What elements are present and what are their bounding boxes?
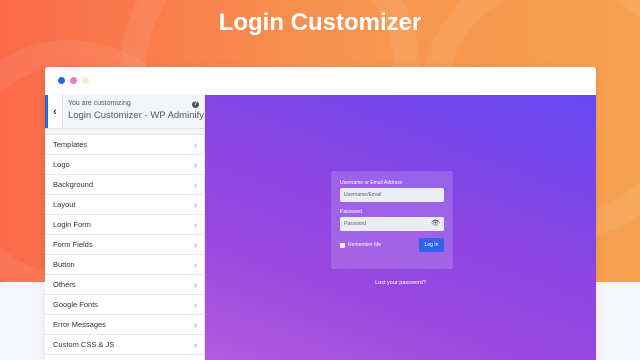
sidebar-item-label: Button (53, 260, 75, 269)
customizer-header: ‹ You are customizing Login Customizer -… (45, 95, 204, 129)
login-preview: Username or Email Address Username/Email… (205, 95, 596, 360)
sidebar-item-layout[interactable]: Layout › (45, 195, 204, 215)
back-button[interactable]: ‹ (45, 95, 63, 128)
sidebar-item-background[interactable]: Background › (45, 175, 204, 195)
window-dot-pink[interactable] (70, 76, 77, 84)
chevron-right-icon: › (194, 339, 197, 350)
sidebar-item-label: Logo (53, 160, 70, 169)
sidebar-item-label: Others (53, 280, 76, 289)
sidebar-item-label: Templates (53, 140, 88, 149)
chevron-right-icon: › (194, 139, 197, 150)
chevron-right-icon: › (194, 159, 197, 170)
login-button[interactable]: Log In (419, 238, 444, 252)
eye-icon[interactable]: 👁 (431, 220, 440, 227)
chevron-right-icon: › (194, 219, 197, 230)
remember-checkbox[interactable] (340, 242, 345, 248)
chevron-right-icon: › (194, 319, 197, 330)
chevron-right-icon: › (194, 259, 197, 270)
sidebar-item-label: Custom CSS & JS (53, 340, 115, 349)
chevron-right-icon: › (194, 179, 197, 190)
sidebar-item-custom-css-js[interactable]: Custom CSS & JS › (45, 335, 204, 355)
chevron-right-icon: › (194, 199, 197, 210)
sidebar-item-label: Layout (53, 200, 76, 209)
window-titlebar (45, 67, 596, 93)
lost-password-link[interactable]: Lost your password? (205, 280, 596, 286)
customizing-title: Login Customizer - WP Adminify (67, 110, 204, 121)
chevron-right-icon: › (194, 239, 197, 250)
login-form-card: Username or Email Address Username/Email… (331, 171, 453, 269)
sidebar-item-button[interactable]: Button › (45, 255, 204, 275)
remember-label: Remember Me (348, 242, 382, 248)
username-placeholder: Username/Email (344, 192, 381, 198)
chevron-right-icon: › (194, 279, 197, 290)
sidebar-item-error-messages[interactable]: Error Messages › (45, 315, 204, 335)
chevron-right-icon: › (194, 299, 197, 310)
sidebar-item-logo[interactable]: Logo › (45, 155, 204, 175)
window-dot-blue[interactable] (58, 76, 65, 84)
sidebar-item-others[interactable]: Others › (45, 275, 204, 295)
window-dot-peach[interactable] (82, 76, 89, 84)
help-icon[interactable]: ? (192, 101, 199, 108)
password-field[interactable]: Password 👁 (340, 217, 444, 231)
sidebar-item-label: Google Fonts (53, 300, 99, 309)
username-field[interactable]: Username/Email (340, 188, 444, 202)
hero-title: Login Customizer (218, 9, 422, 36)
username-label: Username or Email Address (340, 180, 403, 186)
sidebar-item-label: Error Messages (53, 320, 106, 329)
customizer-sidebar: ‹ You are customizing Login Customizer -… (45, 95, 205, 360)
password-placeholder: Password (344, 221, 366, 227)
sidebar-item-login-form[interactable]: Login Form › (45, 215, 204, 235)
browser-window: ‹ You are customizing Login Customizer -… (45, 67, 596, 360)
remember-me[interactable]: Remember Me (340, 242, 381, 248)
sidebar-item-form-fields[interactable]: Form Fields › (45, 235, 204, 255)
sidebar-item-label: Form Fields (53, 240, 93, 249)
sidebar-item-google-fonts[interactable]: Google Fonts › (45, 295, 204, 315)
password-label: Password (340, 209, 362, 215)
sidebar-item-label: Login Form (53, 220, 91, 229)
sidebar-item-label: Background (53, 180, 94, 189)
sidebar-item-templates[interactable]: Templates › (45, 135, 204, 155)
customizing-label: You are customizing (67, 100, 131, 107)
chevron-left-icon: ‹ (53, 105, 57, 118)
